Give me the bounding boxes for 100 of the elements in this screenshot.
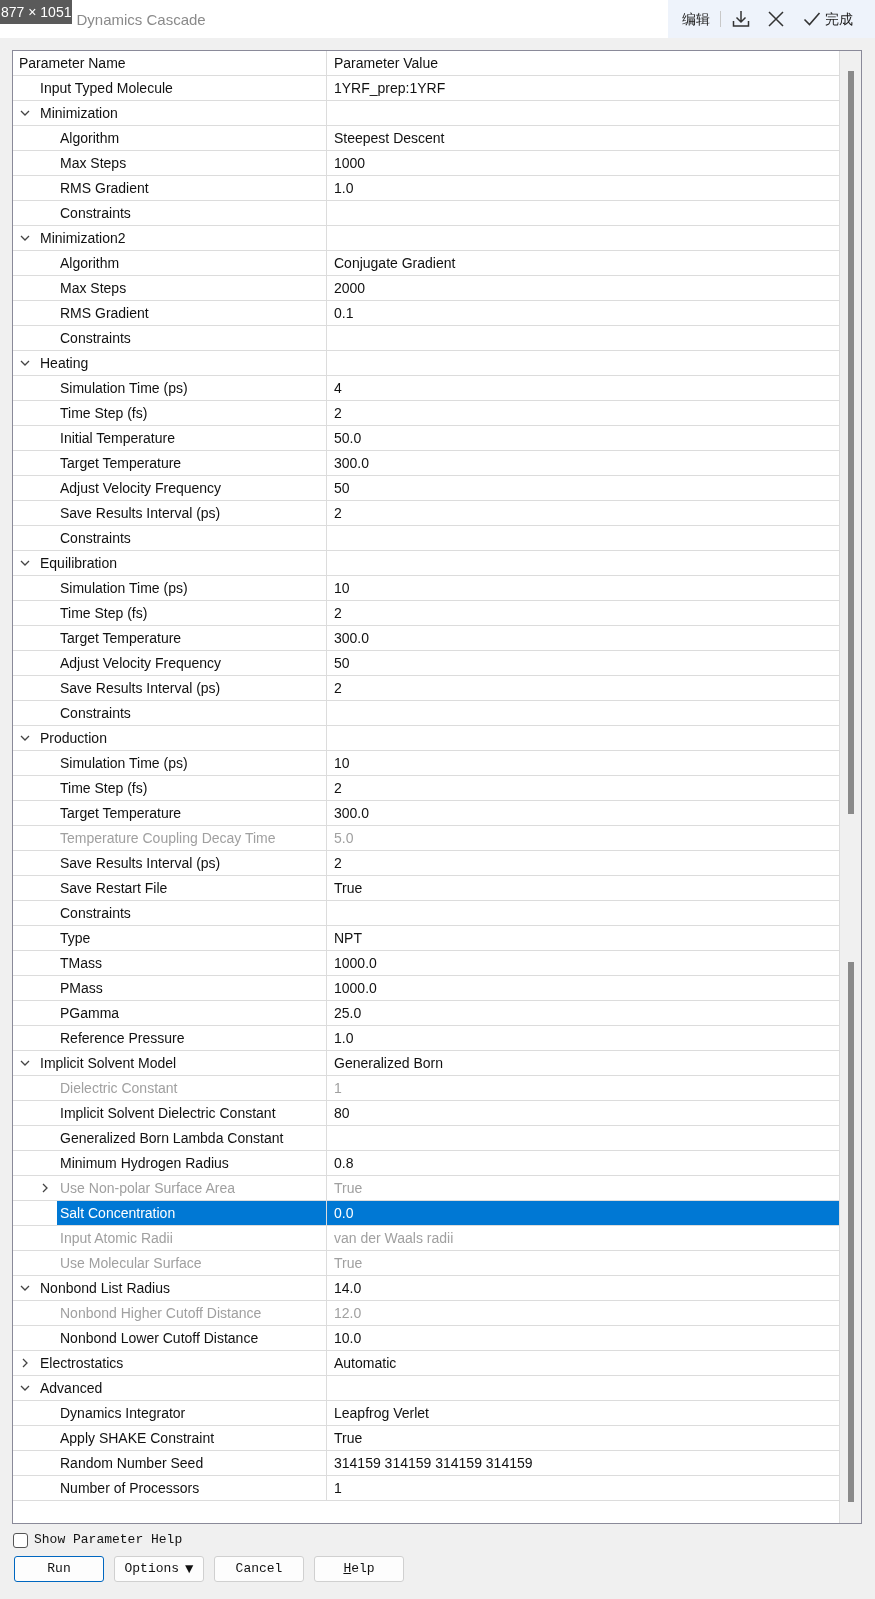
parameter-name[interactable]: Heating [37, 351, 326, 375]
parameter-value[interactable]: Steepest Descent [327, 126, 839, 150]
parameter-value[interactable]: 2 [327, 501, 839, 525]
parameter-value[interactable]: Leapfrog Verlet [327, 1401, 839, 1425]
dialog-button[interactable]: Cancel [214, 1556, 304, 1582]
parameter-name[interactable]: Initial Temperature [57, 426, 326, 450]
parameter-value[interactable]: 4 [327, 376, 839, 400]
parameter-name[interactable]: Dynamics Integrator [57, 1401, 326, 1425]
parameter-name[interactable]: Constraints [57, 326, 326, 350]
column-header[interactable]: Parameter Name [13, 51, 327, 75]
parameter-value[interactable]: 314159 314159 314159 314159 [327, 1451, 839, 1475]
parameter-name[interactable]: Constraints [57, 701, 326, 725]
dialog-button[interactable]: Help [314, 1556, 404, 1582]
parameter-name[interactable]: Implicit Solvent Dielectric Constant [57, 1101, 326, 1125]
parameter-name[interactable]: TMass [57, 951, 326, 975]
parameter-value[interactable]: 300.0 [327, 626, 839, 650]
parameter-value[interactable]: 80 [327, 1101, 839, 1125]
column-header[interactable]: Parameter Value [327, 51, 839, 75]
parameter-name[interactable]: Max Steps [57, 151, 326, 175]
parameter-value[interactable]: 50.0 [327, 426, 839, 450]
parameter-value[interactable]: Conjugate Gradient [327, 251, 839, 275]
parameter-name[interactable]: Adjust Velocity Frequency [57, 651, 326, 675]
parameter-value[interactable]: 10 [327, 576, 839, 600]
parameter-name[interactable]: Save Results Interval (ps) [57, 501, 326, 525]
parameter-value[interactable]: 0.0 [327, 1201, 839, 1225]
parameter-name[interactable]: Nonbond List Radius [37, 1276, 326, 1300]
parameter-name[interactable]: RMS Gradient [57, 176, 326, 200]
parameter-name[interactable]: PGamma [57, 1001, 326, 1025]
parameter-name[interactable]: Max Steps [57, 276, 326, 300]
download-icon[interactable] [731, 9, 751, 29]
parameter-name[interactable]: Constraints [57, 526, 326, 550]
parameter-value[interactable]: Automatic [327, 1351, 839, 1375]
parameter-name[interactable]: Adjust Velocity Frequency [57, 476, 326, 500]
parameter-value[interactable]: 0.8 [327, 1151, 839, 1175]
parameter-name[interactable]: Input Typed Molecule [37, 76, 326, 100]
parameter-name[interactable]: Equilibration [37, 551, 326, 575]
parameter-name[interactable]: Type [57, 926, 326, 950]
parameter-value[interactable]: 2000 [327, 276, 839, 300]
dialog-button[interactable]: Options ▼ [114, 1556, 204, 1582]
parameter-name[interactable]: PMass [57, 976, 326, 1000]
parameter-value[interactable]: 300.0 [327, 451, 839, 475]
parameter-name[interactable]: Simulation Time (ps) [57, 576, 326, 600]
parameter-value[interactable]: 2 [327, 676, 839, 700]
parameter-name[interactable]: RMS Gradient [57, 301, 326, 325]
parameter-value[interactable]: 1.0 [327, 1026, 839, 1050]
done-button[interactable]: 完成 [803, 8, 853, 30]
parameter-value[interactable]: 1000 [327, 151, 839, 175]
parameter-value[interactable]: 1 [327, 1476, 839, 1500]
parameter-value[interactable]: 50 [327, 651, 839, 675]
parameter-name[interactable]: Electrostatics [37, 1351, 326, 1375]
parameter-value[interactable]: 25.0 [327, 1001, 839, 1025]
parameter-value[interactable]: True [327, 876, 839, 900]
parameter-value[interactable]: 1000.0 [327, 976, 839, 1000]
parameter-name[interactable]: Algorithm [57, 251, 326, 275]
parameter-name[interactable]: Simulation Time (ps) [57, 751, 326, 775]
checkbox[interactable] [13, 1532, 28, 1548]
parameter-name[interactable]: Target Temperature [57, 451, 326, 475]
parameter-name[interactable]: Production [37, 726, 326, 750]
parameter-value[interactable]: 2 [327, 851, 839, 875]
parameter-name[interactable]: Target Temperature [57, 801, 326, 825]
parameter-name[interactable]: Random Number Seed [57, 1451, 326, 1475]
parameter-name[interactable]: Time Step (fs) [57, 401, 326, 425]
parameter-name[interactable]: Reference Pressure [57, 1026, 326, 1050]
parameter-name[interactable]: Constraints [57, 201, 326, 225]
checkbox-label[interactable]: Show Parameter Help [34, 1530, 183, 1550]
parameter-name[interactable]: Save Results Interval (ps) [57, 851, 326, 875]
dialog-button[interactable]: Run [14, 1556, 104, 1582]
parameter-name[interactable]: Minimization2 [37, 226, 326, 250]
parameter-value[interactable]: Generalized Born [327, 1051, 839, 1075]
parameter-value[interactable]: 50 [327, 476, 839, 500]
parameter-name[interactable]: Target Temperature [57, 626, 326, 650]
parameter-value[interactable]: 1000.0 [327, 951, 839, 975]
close-icon[interactable] [767, 10, 785, 28]
parameter-name[interactable]: Simulation Time (ps) [57, 376, 326, 400]
parameter-value[interactable]: 1YRF_prep:1YRF [327, 76, 839, 100]
parameter-value[interactable]: 2 [327, 776, 839, 800]
parameter-value[interactable]: 0.1 [327, 301, 839, 325]
parameter-name[interactable]: Save Restart File [57, 876, 326, 900]
parameter-value[interactable]: 2 [327, 601, 839, 625]
parameter-name[interactable]: Number of Processors [57, 1476, 326, 1500]
scrollbar[interactable] [839, 51, 861, 1523]
parameter-name[interactable]: Algorithm [57, 126, 326, 150]
parameter-name[interactable]: Apply SHAKE Constraint [57, 1426, 326, 1450]
parameter-value[interactable]: 300.0 [327, 801, 839, 825]
parameter-value[interactable]: 10.0 [327, 1326, 839, 1350]
parameter-value[interactable]: 2 [327, 401, 839, 425]
parameter-name[interactable]: Save Results Interval (ps) [57, 676, 326, 700]
parameter-name[interactable]: Minimization [37, 101, 326, 125]
parameter-value[interactable]: True [327, 1426, 839, 1450]
parameter-value[interactable]: 1.0 [327, 176, 839, 200]
parameter-name[interactable]: Generalized Born Lambda Constant [57, 1126, 326, 1150]
parameter-value[interactable]: 10 [327, 751, 839, 775]
parameter-name[interactable]: Implicit Solvent Model [37, 1051, 326, 1075]
parameter-name[interactable]: Nonbond Lower Cutoff Distance [57, 1326, 326, 1350]
edit-button[interactable]: 编辑 [682, 8, 710, 30]
parameter-name[interactable]: Salt Concentration [57, 1201, 326, 1225]
parameter-value[interactable]: 14.0 [327, 1276, 839, 1300]
parameter-name[interactable]: Constraints [57, 901, 326, 925]
parameter-value[interactable]: NPT [327, 926, 839, 950]
parameter-name[interactable]: Time Step (fs) [57, 601, 326, 625]
